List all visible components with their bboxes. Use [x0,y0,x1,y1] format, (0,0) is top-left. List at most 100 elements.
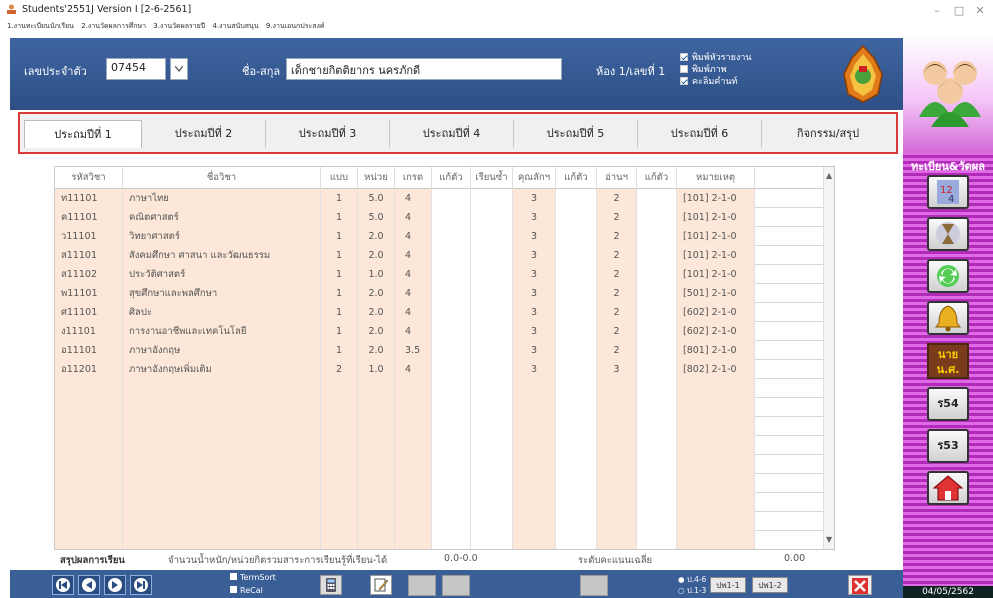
table-cell[interactable] [123,398,321,417]
table-cell[interactable] [637,455,677,474]
table-cell[interactable]: พ11101 [55,284,123,303]
table-cell[interactable] [471,379,513,398]
table-cell[interactable]: 1 [321,322,358,341]
table-cell[interactable] [321,455,358,474]
table-cell[interactable] [123,379,321,398]
table-cell[interactable] [432,398,471,417]
table-cell[interactable]: 1 [321,189,358,208]
table-cell[interactable]: 3 [513,360,556,379]
table-cell[interactable] [597,455,637,474]
table-cell[interactable] [597,474,637,493]
table-cell[interactable] [471,531,513,549]
table-cell[interactable] [432,303,471,322]
column-header[interactable]: คุณลักฯ [513,167,556,189]
table-cell[interactable] [55,455,123,474]
table-cell[interactable]: 2.0 [358,246,395,265]
table-cell[interactable]: อ11101 [55,341,123,360]
table-cell[interactable] [55,436,123,455]
table-cell[interactable] [123,493,321,512]
table-cell[interactable] [513,398,556,417]
table-cell[interactable] [471,360,513,379]
table-cell[interactable] [55,512,123,531]
table-cell[interactable] [637,208,677,227]
table-row[interactable]: ง11101 การงานอาชีพและเทคโนโลยี 1 2.0 4 3 2 [602… [55,322,823,341]
column-header[interactable]: เกรด [395,167,432,189]
table-cell[interactable]: 1 [321,246,358,265]
table-cell[interactable] [637,398,677,417]
termsort-checkbox[interactable]: TermSort [230,573,276,582]
table-cell[interactable]: [101] 2-1-0 [677,265,755,284]
table-cell[interactable]: 4 [395,322,432,341]
table-cell[interactable] [358,436,395,455]
edit-button[interactable] [370,575,392,595]
blank-button-3[interactable] [580,575,608,596]
table-cell[interactable]: 3 [513,322,556,341]
table-cell[interactable]: 2.0 [358,341,395,360]
table-cell[interactable] [677,474,755,493]
table-cell[interactable] [432,531,471,549]
table-cell[interactable] [677,379,755,398]
table-row[interactable]: ส11102 ประวัติศาสตร์ 1 1.0 4 3 2 [101] 2-1-0 [55,265,823,284]
table-cell[interactable] [471,398,513,417]
table-cell[interactable] [556,303,597,322]
table-cell[interactable]: 2 [597,227,637,246]
table-cell[interactable] [556,512,597,531]
pp1-2-button[interactable]: ปพ1-2 [752,577,788,593]
table-row[interactable] [55,474,823,493]
table-cell[interactable]: ง11101 [55,322,123,341]
refresh-button[interactable] [927,259,969,293]
table-cell[interactable] [123,455,321,474]
menu-yearly[interactable]: 3.งานวัดผลรายปี [153,22,205,30]
table-cell[interactable]: 1 [321,341,358,360]
form-53-button[interactable]: ร53 [927,429,969,463]
table-cell[interactable]: ศ11101 [55,303,123,322]
table-cell[interactable] [637,474,677,493]
table-cell[interactable] [395,493,432,512]
column-header[interactable]: แบบ [321,167,358,189]
table-cell[interactable] [556,246,597,265]
tab-grade-6[interactable]: ประถมปีที่ 6 [638,120,762,148]
table-cell[interactable] [556,531,597,549]
table-cell[interactable] [637,322,677,341]
table-cell[interactable] [471,474,513,493]
table-cell[interactable]: 4 [395,265,432,284]
table-cell[interactable] [321,436,358,455]
form-54-button[interactable]: ร54 [927,387,969,421]
tab-activity-summary[interactable]: กิจกรรม/สรุป [762,120,894,148]
table-cell[interactable] [358,455,395,474]
table-cell[interactable]: 3 [513,227,556,246]
table-cell[interactable]: [802] 2-1-0 [677,360,755,379]
table-cell[interactable] [556,208,597,227]
table-row[interactable]: อ11201 ภาษาอังกฤษเพิ่มเติม 2 1.0 4 3 3 [802] 2-… [55,360,823,379]
table-cell[interactable] [513,379,556,398]
table-cell[interactable] [358,474,395,493]
table-cell[interactable] [55,417,123,436]
table-cell[interactable]: อ11201 [55,360,123,379]
table-cell[interactable]: [602] 2-1-0 [677,303,755,322]
table-scrollbar[interactable]: ▲ ▼ [823,167,834,549]
notify-button[interactable] [927,301,969,335]
table-cell[interactable]: ค11101 [55,208,123,227]
table-cell[interactable] [123,417,321,436]
table-cell[interactable] [556,417,597,436]
table-cell[interactable] [637,341,677,360]
table-cell[interactable]: 2 [597,322,637,341]
table-cell[interactable] [471,322,513,341]
table-row[interactable] [55,512,823,531]
table-cell[interactable] [321,398,358,417]
blank-button-1[interactable] [408,575,436,596]
table-cell[interactable] [432,227,471,246]
table-cell[interactable] [597,436,637,455]
table-cell[interactable] [677,398,755,417]
table-cell[interactable]: 4 [395,208,432,227]
table-cell[interactable]: 2.0 [358,322,395,341]
table-cell[interactable] [432,284,471,303]
table-cell[interactable]: [101] 2-1-0 [677,208,755,227]
maximize-button[interactable]: □ [952,4,966,17]
table-row[interactable]: ว11101 วิทยาศาสตร์ 1 2.0 4 3 2 [101] 2-1-0 [55,227,823,246]
table-cell[interactable] [513,512,556,531]
table-cell[interactable]: 2 [321,360,358,379]
table-cell[interactable]: 4 [395,303,432,322]
table-cell[interactable] [556,436,597,455]
table-cell[interactable] [637,227,677,246]
